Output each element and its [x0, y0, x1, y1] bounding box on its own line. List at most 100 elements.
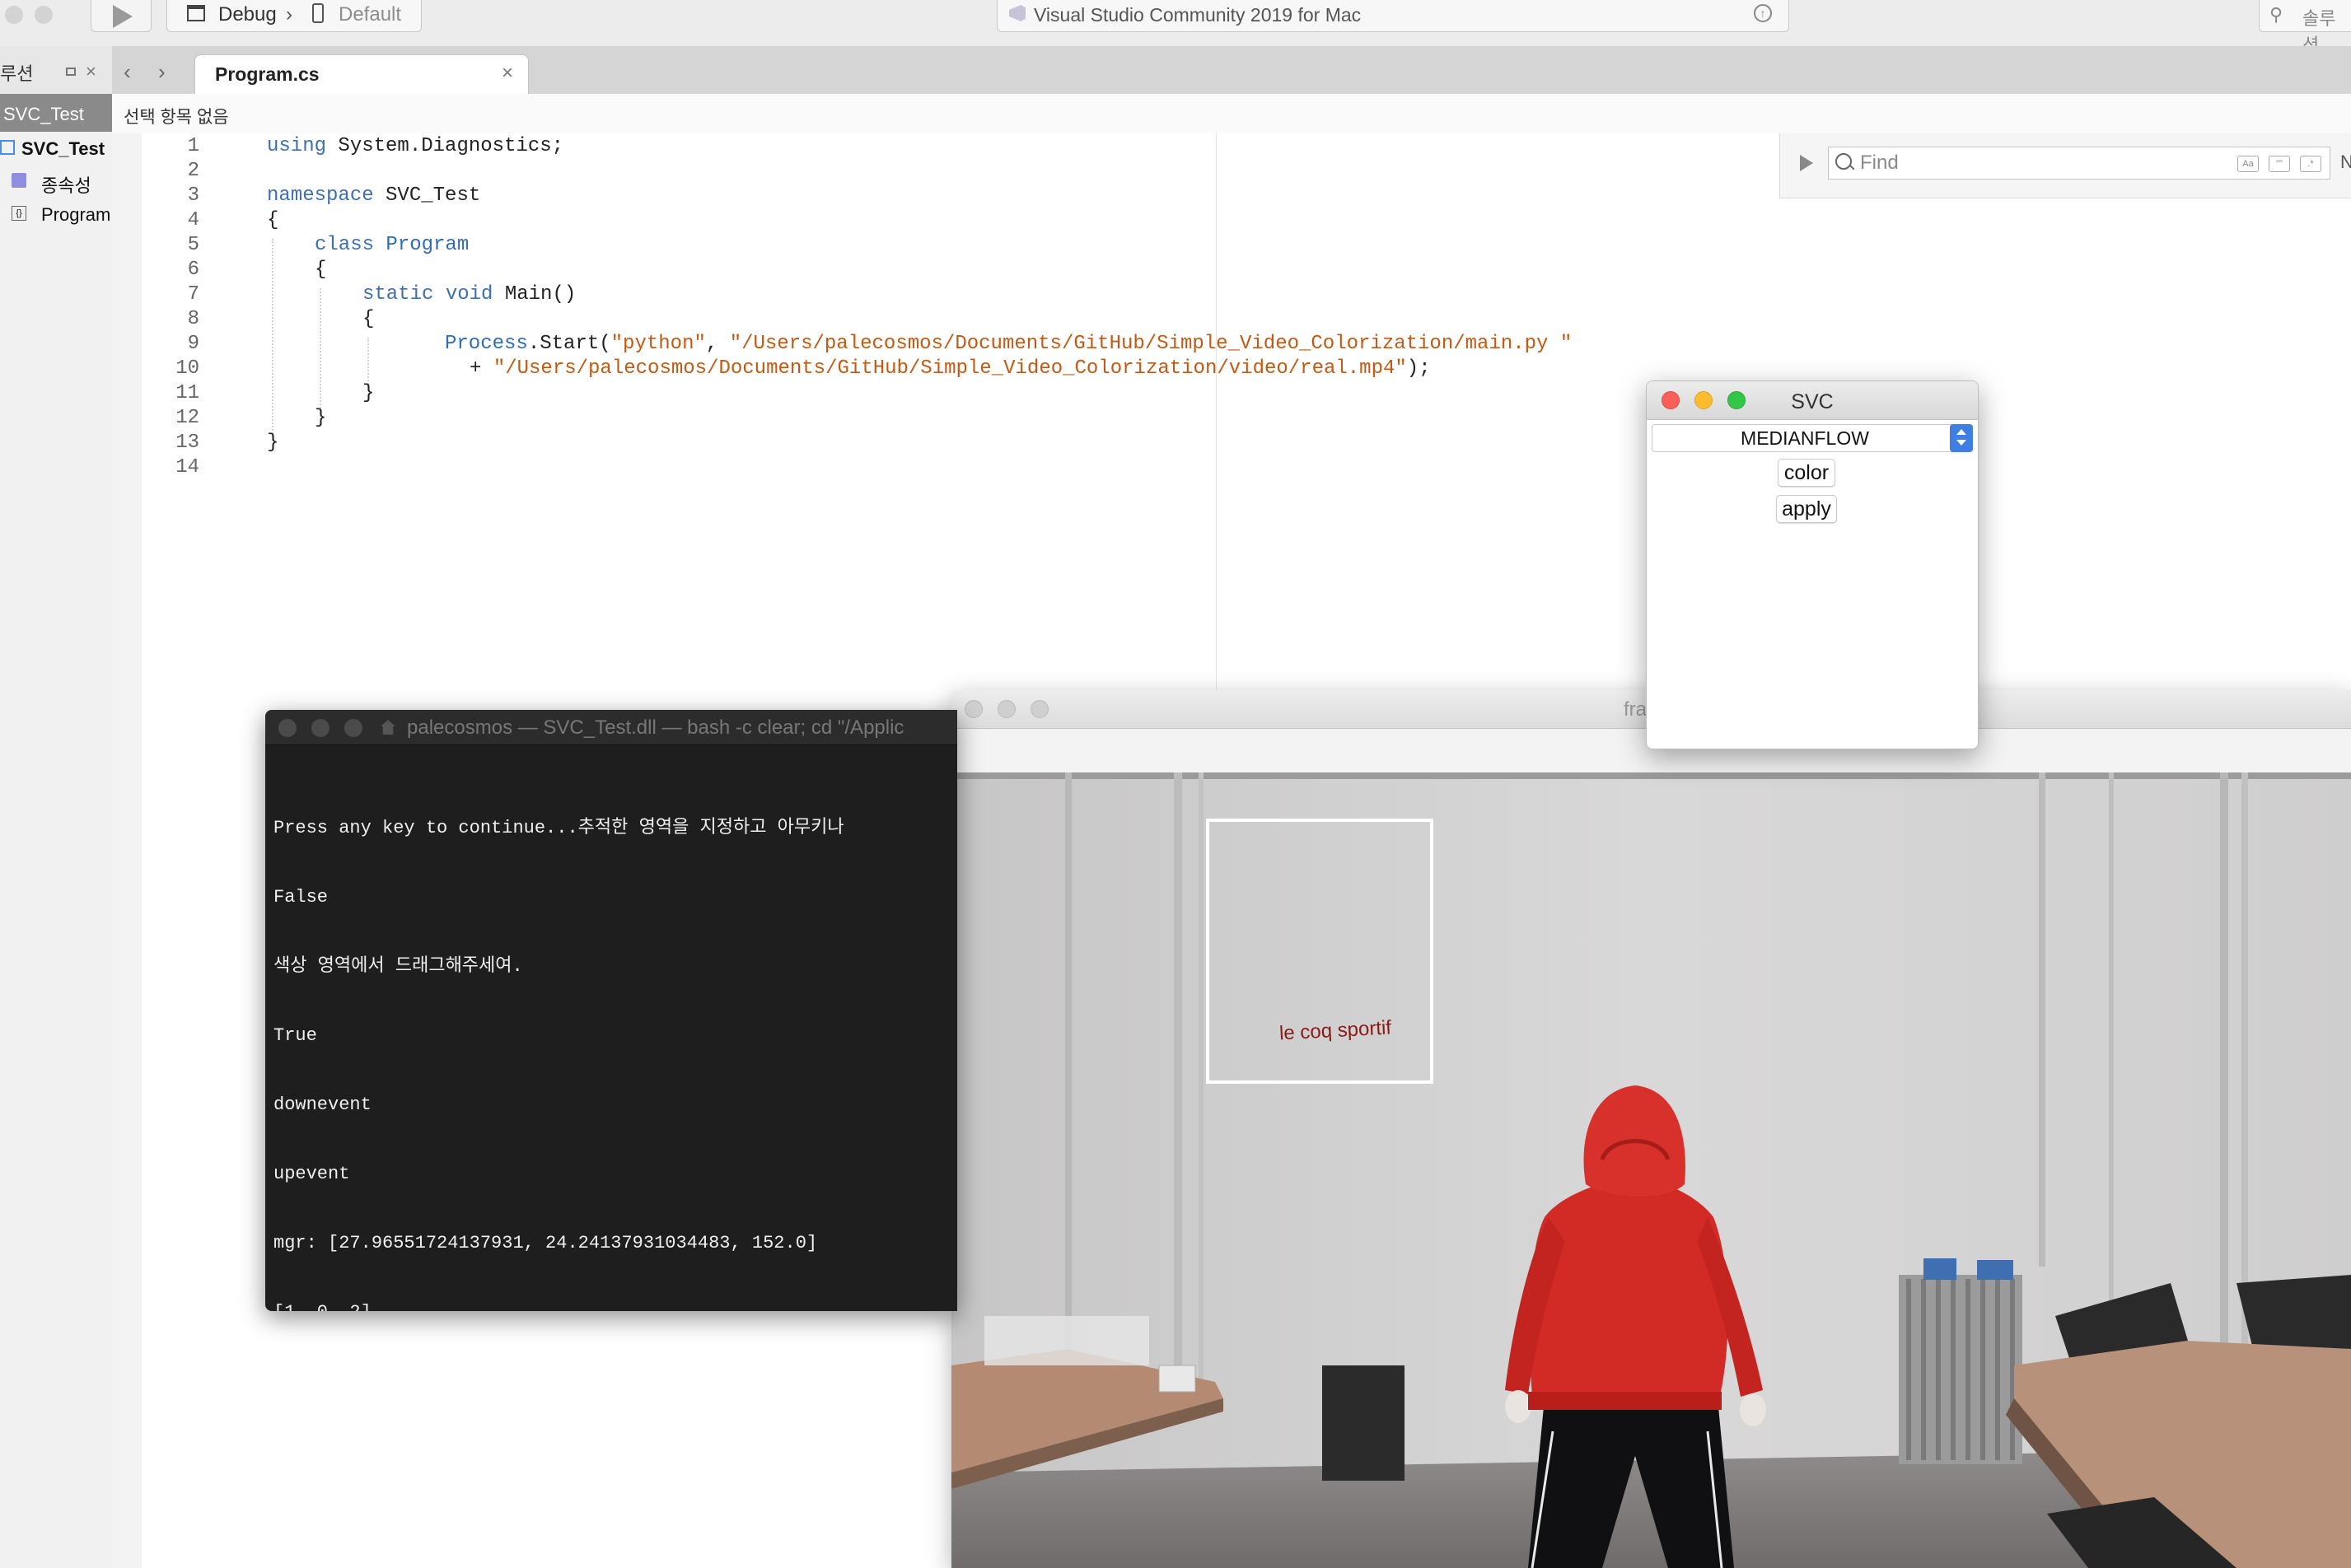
- line-number: 5: [187, 234, 199, 256]
- code-line-10: + "/Users/palecosmos/Documents/GitHub/Si…: [470, 357, 1431, 380]
- line-number: 13: [175, 432, 199, 454]
- window-close-button[interactable]: [965, 700, 983, 718]
- code-token: System.Diagnostics;: [326, 135, 564, 157]
- window-close-button[interactable]: [5, 6, 23, 24]
- line-number: 7: [187, 283, 199, 306]
- tab-label: Program.cs: [215, 63, 320, 85]
- tree-item-label: Program: [41, 204, 111, 225]
- close-tab-icon[interactable]: ×: [502, 62, 513, 85]
- tree-item-label: SVC_Test: [21, 138, 105, 159]
- terminal-line: False: [273, 887, 329, 908]
- match-case-icon[interactable]: Aa: [2237, 156, 2259, 172]
- code-token: );: [1406, 357, 1431, 380]
- window-zoom-button[interactable]: [1031, 700, 1049, 718]
- editor-gutter: [112, 133, 142, 1568]
- code-line-11: }: [362, 382, 375, 404]
- line-number: 4: [187, 209, 199, 231]
- info-icon[interactable]: ↑: [1754, 4, 1772, 22]
- solution-pad-tab-label: 루션: [0, 63, 34, 84]
- tree-item-label: 종속성: [41, 175, 91, 196]
- code-token: using: [267, 135, 327, 157]
- find-expand-icon[interactable]: [1800, 155, 1813, 171]
- configuration-selector[interactable]: Debug › Default: [166, 0, 422, 32]
- color-button[interactable]: color: [1778, 459, 1835, 487]
- code-line-12: }: [315, 407, 327, 429]
- device-label: Default: [339, 3, 402, 26]
- solution-header[interactable]: SVC_Test: [0, 94, 112, 132]
- main-toolbar: Debug › Default Visual Studio Community …: [0, 0, 2351, 55]
- run-button[interactable]: [91, 0, 152, 32]
- solution-name: SVC_Test: [3, 104, 84, 124]
- code-line-13: }: [267, 432, 279, 454]
- frame-window-title: fra: [1624, 698, 1648, 721]
- window-minimize-button[interactable]: [35, 6, 53, 24]
- terminal-line: mgr: [27.96551724137931, 24.241379310344…: [273, 1233, 818, 1253]
- regex-icon[interactable]: .*: [2300, 156, 2321, 172]
- tree-item-project[interactable]: SVC_Test: [0, 132, 112, 165]
- find-placeholder: Find: [1860, 152, 1899, 174]
- close-icon[interactable]: ×: [86, 61, 96, 82]
- column-ruler: [1216, 133, 1217, 693]
- code-line-6: {: [315, 259, 327, 281]
- window-zoom-button[interactable]: [344, 719, 362, 737]
- status-bar: Visual Studio Community 2019 for Mac ↑: [997, 0, 1789, 32]
- terminal-line: [1, 0, 2]: [273, 1301, 957, 1311]
- terminal-output: Press any key to continue...추적한 영역을 지정하고…: [273, 771, 957, 1311]
- terminal-line: downevent: [273, 1094, 372, 1115]
- home-folder-icon: [381, 720, 395, 735]
- indent-guide: [367, 338, 369, 387]
- video-frame-image: [951, 772, 2351, 1568]
- window-minimize-button[interactable]: [998, 700, 1016, 718]
- app-title: Visual Studio Community 2019 for Mac: [1034, 4, 1362, 26]
- find-next-label[interactable]: N: [2340, 152, 2351, 173]
- code-token: Main(): [493, 283, 577, 306]
- tracker-select[interactable]: MEDIANFLOW: [1652, 424, 1973, 452]
- find-bar: Find Aa "" .* N: [1779, 133, 2351, 198]
- line-number: 8: [187, 308, 199, 330]
- code-token: +: [470, 357, 493, 380]
- configuration-label: Debug: [218, 3, 277, 26]
- terminal-window[interactable]: palecosmos — SVC_Test.dll — bash -c clea…: [265, 710, 957, 1311]
- code-token: namespace: [267, 184, 374, 207]
- dependencies-folder-icon: [12, 173, 26, 188]
- tracker-select-value: MEDIANFLOW: [1741, 427, 1869, 449]
- window-close-button[interactable]: [278, 719, 297, 737]
- code-token: SVC_Test: [373, 184, 481, 207]
- dock-icon[interactable]: [66, 68, 76, 76]
- line-number: 10: [175, 357, 199, 380]
- tree-item-program[interactable]: {} Program: [0, 198, 112, 231]
- code-token: class: [315, 234, 375, 256]
- solution-pad: SVC_Test SVC_Test 종속성 {} Program: [0, 94, 113, 1568]
- whole-word-icon[interactable]: "": [2269, 156, 2290, 172]
- terminal-titlebar[interactable]: palecosmos — SVC_Test.dll — bash -c clea…: [265, 710, 957, 745]
- tab-program-cs[interactable]: Program.cs ×: [194, 54, 529, 95]
- code-token: ,: [705, 333, 730, 355]
- tree-item-dependencies[interactable]: 종속성: [0, 165, 112, 198]
- nav-back-button[interactable]: ‹: [124, 59, 131, 85]
- line-number: 11: [175, 382, 199, 404]
- solution-search-field[interactable]: ⚲ 솔루션: [2259, 0, 2351, 55]
- code-token: "/Users/palecosmos/Documents/GitHub/Simp…: [729, 333, 1573, 355]
- play-icon: [113, 5, 133, 28]
- search-icon: ⚲: [2269, 4, 2283, 25]
- code-line-5: class Program: [315, 234, 469, 256]
- svc-titlebar[interactable]: SVC: [1647, 381, 1978, 420]
- code-line-4: {: [267, 209, 279, 231]
- nav-forward-button[interactable]: ›: [158, 59, 166, 85]
- code-token: "python": [610, 333, 706, 355]
- breadcrumb[interactable]: 선택 항목 없음: [112, 94, 2351, 134]
- solution-pad-tab[interactable]: 루션 ×: [0, 46, 112, 94]
- chevron-right-icon: ›: [286, 3, 292, 26]
- code-token: Process: [445, 333, 528, 355]
- terminal-line: upevent: [273, 1164, 350, 1184]
- line-number: 14: [175, 456, 199, 478]
- terminal-line: 색상 영역에서 드래그해주세여.: [273, 956, 523, 977]
- find-input[interactable]: Find Aa "" .*: [1828, 147, 2330, 180]
- terminal-line: Press any key to continue...추적한 영역을 지정하고…: [273, 818, 844, 838]
- line-number: 9: [187, 333, 199, 355]
- device-icon: [312, 3, 324, 23]
- apply-button[interactable]: apply: [1776, 495, 1837, 523]
- select-arrows-icon: [1950, 424, 1973, 452]
- window-minimize-button[interactable]: [311, 719, 330, 737]
- video-frame[interactable]: le coq sportif: [951, 772, 2351, 1568]
